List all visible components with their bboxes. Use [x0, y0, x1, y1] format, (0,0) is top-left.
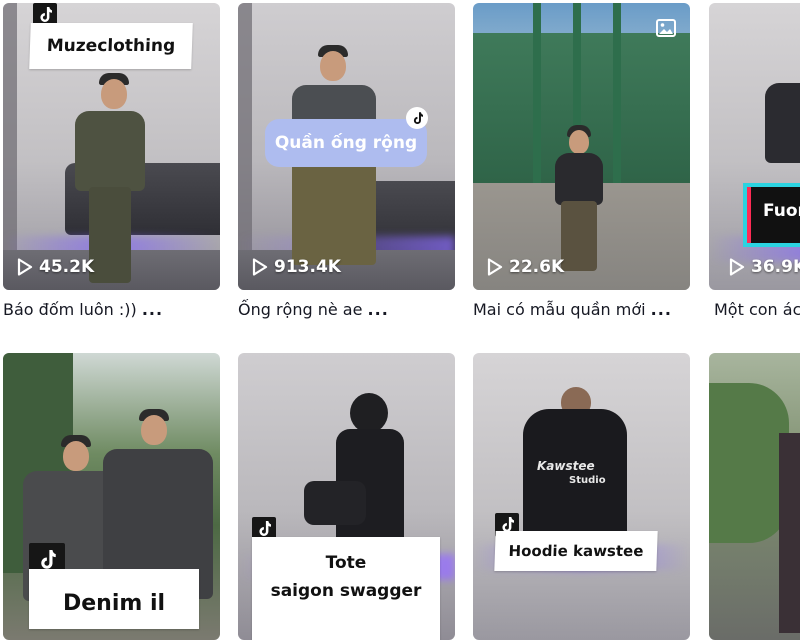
video-card[interactable]: Kawstee Studio Hoodie kawstee: [473, 353, 690, 640]
video-caption[interactable]: Một con ác: [709, 299, 800, 321]
hoodie-print-text: Kawstee: [537, 459, 595, 473]
caption-text: Ống rộng nè ae: [238, 300, 363, 319]
video-card[interactable]: Muzeclothing 45.2K Báo đốm luôn :)) ...: [3, 3, 220, 321]
overlay-title-line1: Tote: [325, 553, 367, 573]
video-card[interactable]: Fuon 36.9K Một con ác: [709, 3, 800, 321]
video-thumbnail[interactable]: Kawstee Studio Hoodie kawstee: [473, 353, 690, 640]
view-count-text: 913.4K: [274, 257, 341, 277]
image-icon: [656, 19, 676, 41]
view-count-text: 22.6K: [509, 257, 565, 277]
view-count: 22.6K: [487, 257, 564, 277]
video-thumbnail[interactable]: Quần ống rộng 913.4K: [238, 3, 455, 290]
video-thumbnail[interactable]: 22.6K: [473, 3, 690, 290]
video-thumbnail[interactable]: Denim il: [3, 353, 220, 640]
video-thumbnail[interactable]: Tote saigon swagger: [238, 353, 455, 640]
tiktok-icon: [406, 107, 428, 129]
caption-text: Mai có mẫu quần mới: [473, 300, 646, 319]
hoodie-print-text: Studio: [569, 475, 606, 486]
video-card[interactable]: Quần ống rộng 913.4K Ống rộng nè ae ...: [238, 3, 455, 321]
video-grid: Muzeclothing 45.2K Báo đốm luôn :)) ...: [0, 0, 800, 640]
video-card[interactable]: Denim il: [3, 353, 220, 640]
view-count-text: 45.2K: [39, 257, 95, 277]
video-card[interactable]: Tote saigon swagger: [238, 353, 455, 640]
video-caption[interactable]: Báo đốm luôn :)) ...: [3, 299, 220, 321]
video-caption[interactable]: Mai có mẫu quần mới ...: [473, 299, 690, 321]
video-card[interactable]: [709, 353, 800, 640]
view-count: 45.2K: [17, 257, 94, 277]
caption-text: Một con ác: [714, 300, 800, 319]
video-overlay-title: Tote saigon swagger: [252, 537, 440, 640]
caption-more[interactable]: ...: [142, 300, 163, 319]
play-icon: [17, 258, 33, 276]
video-caption[interactable]: Ống rộng nè ae ...: [238, 299, 455, 321]
video-overlay-title: Denim il: [29, 569, 199, 629]
caption-more[interactable]: ...: [651, 300, 672, 319]
video-overlay-title: Fuon: [743, 183, 800, 247]
caption-more[interactable]: ...: [368, 300, 389, 319]
video-thumbnail[interactable]: [709, 353, 800, 640]
overlay-title-text: Fuon: [763, 201, 800, 221]
video-thumbnail[interactable]: Muzeclothing 45.2K: [3, 3, 220, 290]
play-icon: [252, 258, 268, 276]
play-icon: [487, 258, 503, 276]
caption-text: Báo đốm luôn :)): [3, 300, 137, 319]
view-count: 36.9K: [729, 257, 800, 277]
video-thumbnail[interactable]: Fuon 36.9K: [709, 3, 800, 290]
play-icon: [729, 258, 745, 276]
video-overlay-title: Quần ống rộng: [265, 119, 427, 167]
video-overlay-title: Hoodie kawstee: [494, 531, 658, 571]
view-count: 913.4K: [252, 257, 341, 277]
view-count-text: 36.9K: [751, 257, 800, 277]
video-overlay-title: Muzeclothing: [29, 23, 193, 69]
overlay-title-line2: saigon swagger: [270, 581, 422, 601]
video-card[interactable]: 22.6K Mai có mẫu quần mới ...: [473, 3, 690, 321]
